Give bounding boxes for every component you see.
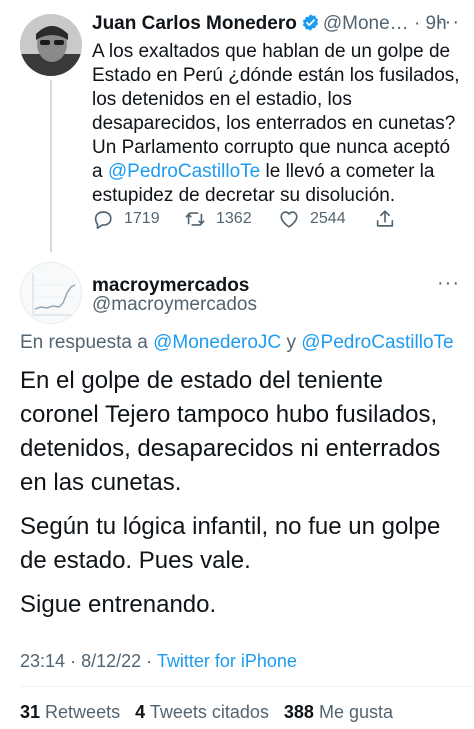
quotes-stat[interactable]: 4 Tweets citados: [135, 702, 269, 722]
tweet-metadata: 23:14 · 8/12/22 · Twitter for iPhone: [20, 648, 297, 674]
quotes-stat-label: Tweets citados: [149, 702, 269, 722]
main-more-button[interactable]: ···: [437, 272, 460, 295]
parent-mention-link[interactable]: @PedroCastilloTe: [108, 161, 260, 182]
main-tweet-paragraph-2: Según tu lógica infantil, no fue un golp…: [20, 513, 441, 574]
tweet-time[interactable]: 23:14: [20, 651, 65, 671]
likes-stat[interactable]: 388 Me gusta: [284, 702, 393, 722]
retweets-stat[interactable]: 31 Retweets: [20, 702, 120, 722]
like-icon: [280, 211, 298, 228]
like-button[interactable]: 2544: [278, 206, 346, 232]
reply-count: 1719: [124, 210, 160, 227]
parent-tweet[interactable]: Juan Carlos Monedero @Mone… · 9h ··· A l…: [0, 0, 474, 252]
tweet-source-link[interactable]: Twitter for iPhone: [157, 651, 297, 671]
retweets-stat-label: Retweets: [45, 702, 121, 722]
reply-prefix: En respuesta a: [20, 332, 148, 353]
main-author-avatar[interactable]: [20, 262, 82, 324]
parent-tweet-header: Juan Carlos Monedero @Mone… · 9h: [92, 12, 462, 36]
parent-separator: ·: [413, 13, 421, 34]
retweet-button[interactable]: 1362: [184, 206, 252, 232]
reply-mention-monederojc[interactable]: @MonederoJC: [153, 332, 281, 353]
meta-separator-1: ·: [70, 651, 77, 671]
parent-author-avatar[interactable]: [20, 14, 82, 76]
tweet-date[interactable]: 8/12/22: [81, 651, 141, 671]
share-button[interactable]: [374, 206, 406, 232]
likes-stat-count: 388: [283, 702, 314, 722]
parent-tweet-text: A los exaltados que hablan de un golpe d…: [92, 40, 464, 208]
likes-stat-label: Me gusta: [318, 702, 393, 722]
parent-more-button[interactable]: ···: [437, 12, 460, 32]
parent-author-name[interactable]: Juan Carlos Monedero: [92, 13, 297, 34]
verified-badge-icon: [302, 14, 319, 31]
reply-mention-pedrocastillote[interactable]: @PedroCastilloTe: [301, 332, 453, 353]
parent-author-handle[interactable]: @Mone…: [323, 13, 409, 34]
main-author-handle[interactable]: @macroymercados: [92, 293, 257, 317]
reply-context: En respuesta a @MonederoJC y @PedroCasti…: [20, 330, 454, 356]
retweets-stat-count: 31: [20, 702, 41, 722]
stats-divider: [20, 686, 474, 687]
quotes-stat-count: 4: [135, 702, 146, 722]
meta-separator-2: ·: [146, 651, 153, 671]
main-tweet-paragraph-1: En el golpe de estado del teniente coron…: [20, 367, 441, 496]
retweet-icon: [185, 212, 205, 226]
thread-connector-line: [50, 80, 52, 252]
parent-action-bar: 1719 1362 2544: [92, 206, 462, 232]
reply-button[interactable]: 1719: [92, 206, 160, 232]
retweet-count: 1362: [216, 210, 252, 227]
like-count: 2544: [310, 210, 346, 227]
share-icon: [376, 210, 394, 227]
main-tweet-paragraph-3: Sigue entrenando.: [20, 591, 217, 618]
reply-conjunction: y: [286, 332, 296, 353]
engagement-stats: 31 Retweets 4 Tweets citados 388 Me gust…: [20, 700, 403, 724]
reply-icon: [94, 211, 112, 229]
